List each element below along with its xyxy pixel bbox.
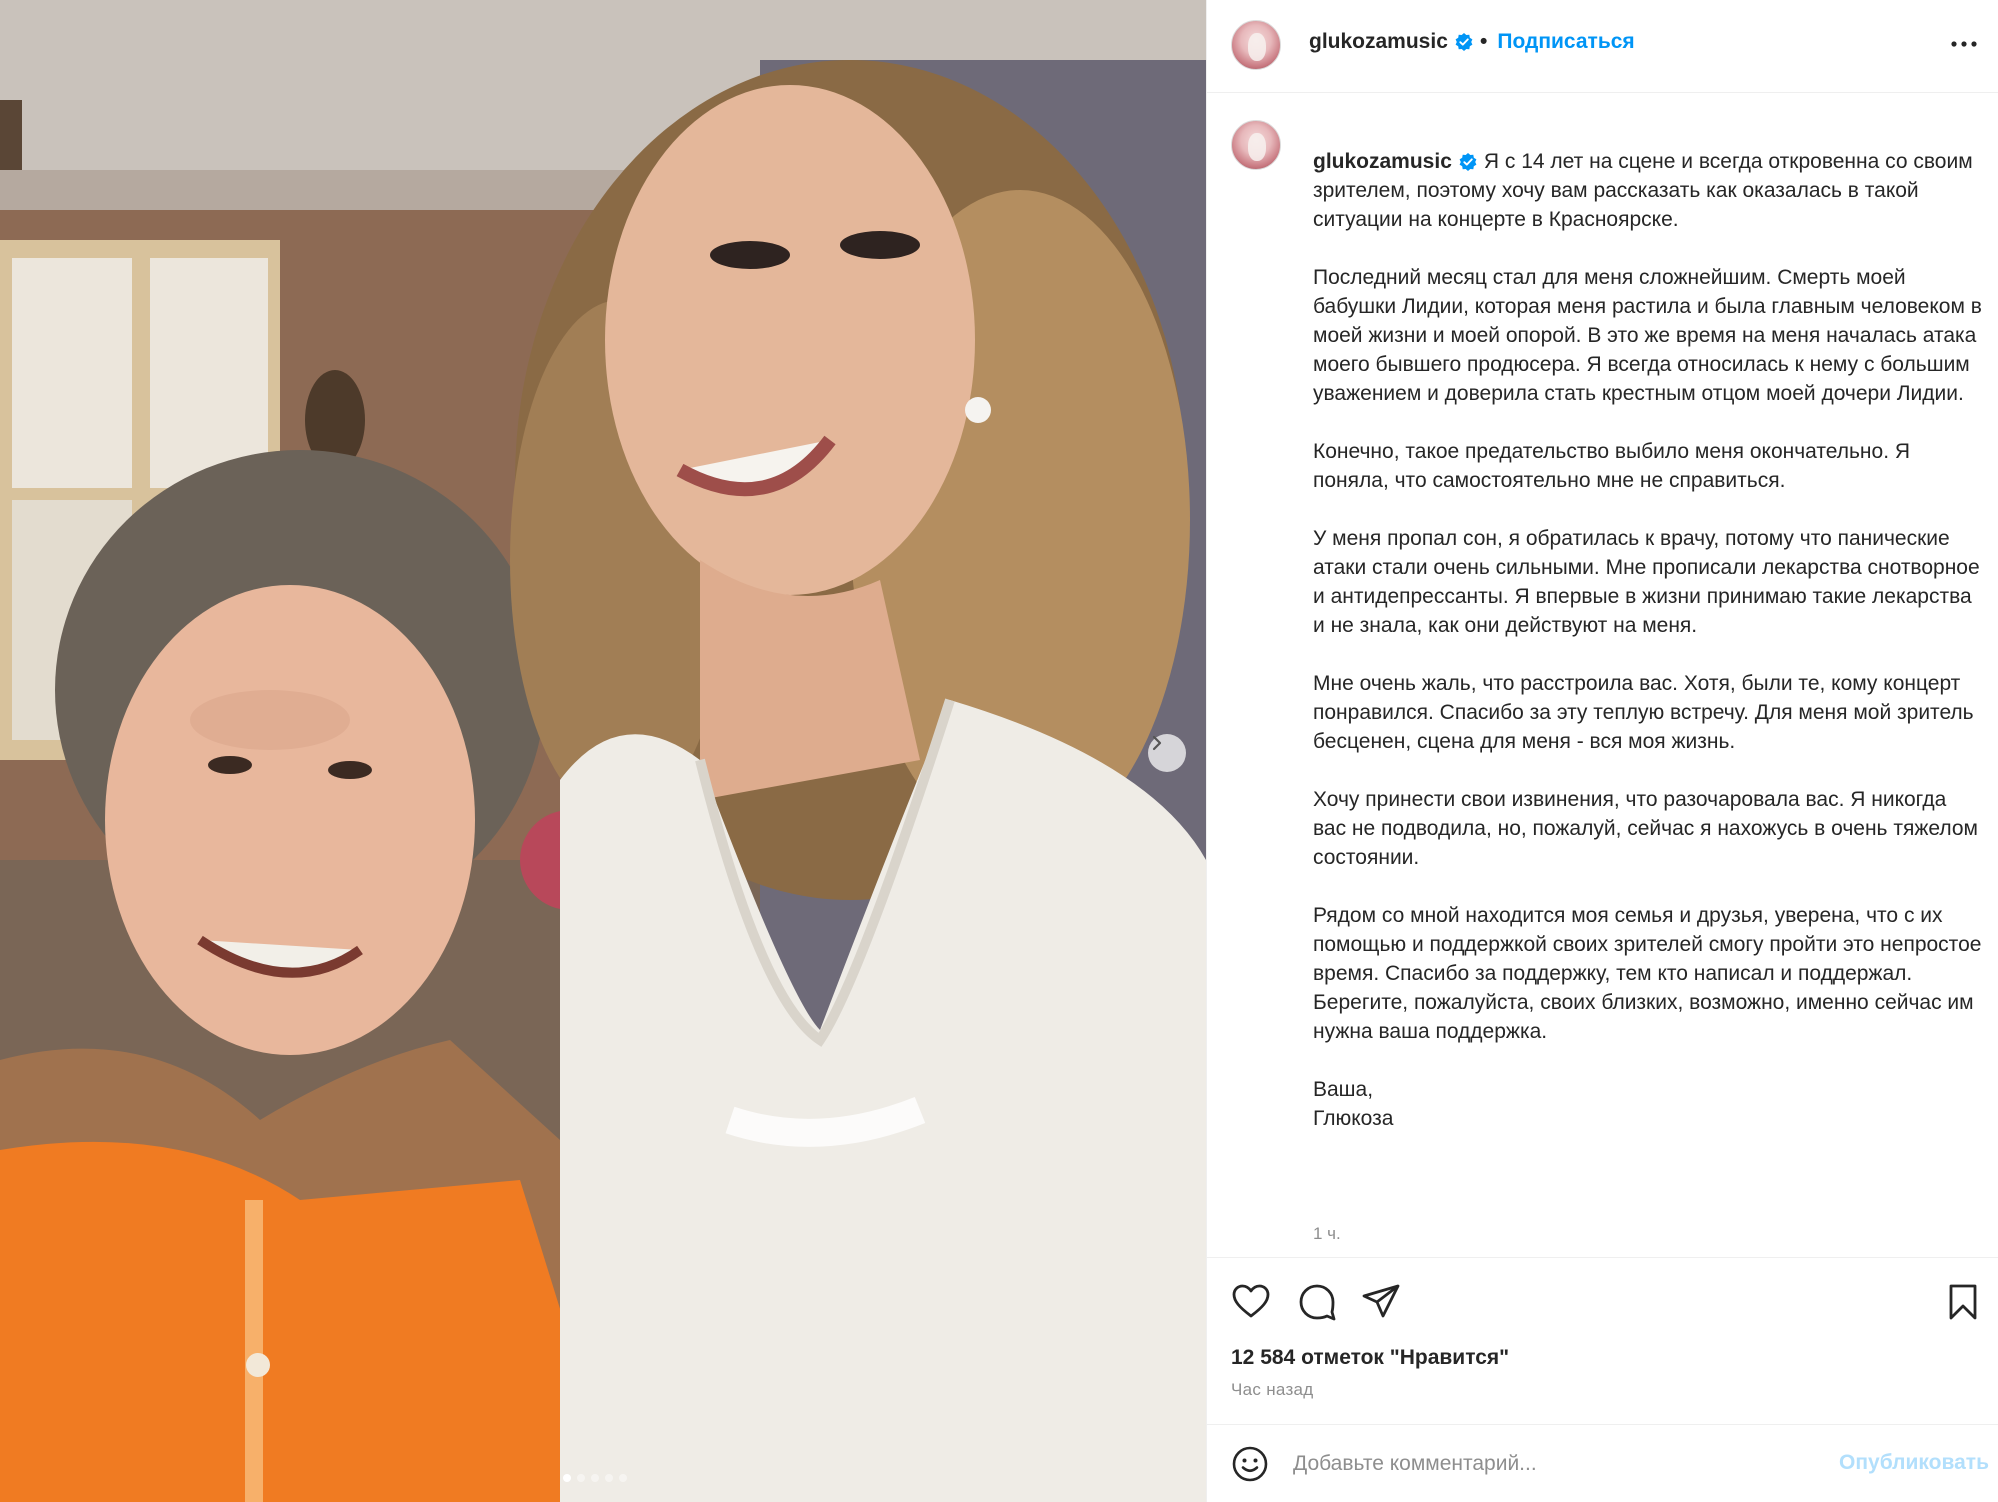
caption-section: glukozamusic Я с 14 лет на сцене и всегд…: [1207, 94, 1998, 1258]
follow-button[interactable]: • Подписаться: [1480, 30, 1635, 54]
follow-label[interactable]: Подписаться: [1497, 30, 1634, 54]
bookmark-icon[interactable]: [1943, 1282, 1983, 1322]
verified-badge-icon: [1455, 33, 1473, 51]
comment-bubble-icon[interactable]: [1297, 1282, 1337, 1322]
caption-paragraph: Мне очень жаль, что расстроила вас. Хотя…: [1313, 672, 1974, 753]
post-timestamp[interactable]: Час назад: [1231, 1380, 1314, 1400]
caption-paragraph: glukozamusic Я с 14 лет на сцене и всегд…: [1313, 150, 1973, 231]
avatar[interactable]: [1231, 20, 1281, 70]
comment-bar: Опубликовать: [1207, 1424, 1998, 1502]
caption-paragraph: Конечно, такое предательство выбило меня…: [1313, 440, 1911, 492]
username-text[interactable]: glukozamusic: [1313, 147, 1452, 176]
carousel-dot: [563, 1474, 571, 1482]
post-photo[interactable]: [0, 0, 1206, 1502]
author-username[interactable]: glukozamusic: [1309, 30, 1474, 54]
verified-badge-icon: [1459, 152, 1477, 171]
caption-timestamp[interactable]: 1 ч.: [1313, 1224, 1341, 1244]
caption-username[interactable]: glukozamusic: [1313, 147, 1478, 176]
carousel-indicator: [563, 1474, 627, 1482]
avatar[interactable]: [1231, 120, 1281, 170]
caption-paragraph: У меня пропал сон, я обратилась к врачу,…: [1313, 527, 1980, 637]
photo-illustration: [0, 0, 1206, 1502]
heart-icon[interactable]: [1231, 1282, 1271, 1322]
caption-text: glukozamusic Я с 14 лет на сцене и всегд…: [1313, 118, 1983, 1133]
carousel-dot: [619, 1474, 627, 1482]
caption-paragraph: Хочу принести свои извинения, что разоча…: [1313, 788, 1978, 869]
action-bar: [1207, 1260, 1998, 1340]
carousel-dot: [605, 1474, 613, 1482]
next-photo-button[interactable]: [1148, 734, 1186, 772]
username-text[interactable]: glukozamusic: [1309, 30, 1448, 54]
paper-plane-icon[interactable]: [1361, 1282, 1401, 1322]
carousel-dot: [577, 1474, 585, 1482]
post-side-panel: glukozamusic • Подписаться glukozamusic: [1206, 0, 1998, 1502]
post-header: glukozamusic • Подписаться: [1207, 0, 1998, 93]
carousel-dot: [591, 1474, 599, 1482]
chevron-right-icon: [1152, 735, 1162, 751]
smiley-icon[interactable]: [1231, 1445, 1269, 1483]
caption-paragraph: Рядом со мной находится моя семья и друз…: [1313, 904, 1982, 1043]
likes-count[interactable]: 12 584 отметок "Нравится": [1231, 1346, 1509, 1370]
comment-input[interactable]: [1293, 1447, 1813, 1481]
publish-comment-button[interactable]: Опубликовать: [1819, 1451, 1989, 1475]
caption-signature: Ваша, Глюкоза: [1313, 1078, 1394, 1130]
separator-dot: •: [1480, 30, 1488, 53]
more-horizontal-icon[interactable]: [1949, 34, 1979, 54]
caption-paragraph: Последний месяц стал для меня сложнейшим…: [1313, 266, 1982, 405]
